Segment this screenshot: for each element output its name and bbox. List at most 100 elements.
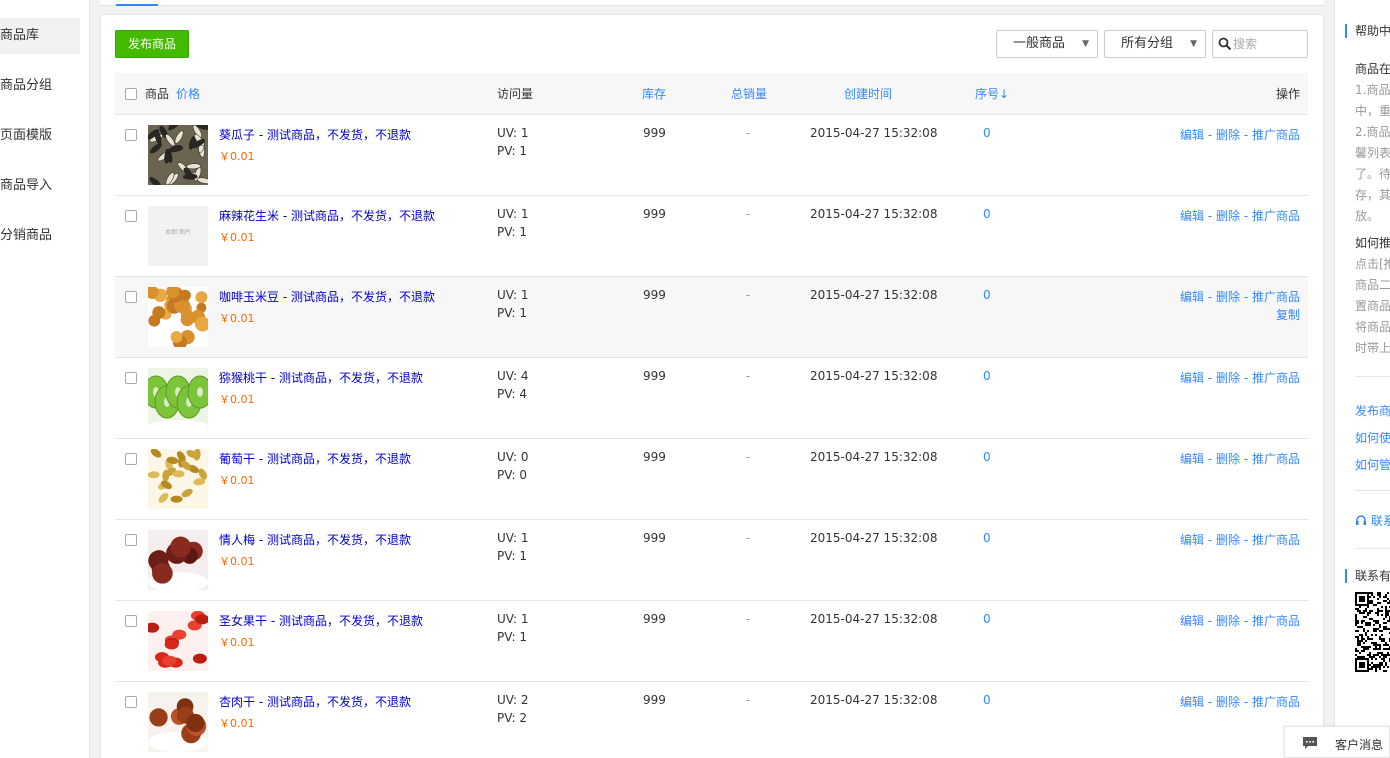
promote-link[interactable]: 推广商品 — [1252, 533, 1300, 547]
delete-link[interactable]: 删除 — [1216, 614, 1240, 628]
separator: - — [1204, 209, 1216, 223]
product-thumbnail[interactable]: 本图 图片 — [148, 206, 208, 266]
table-row: 咖啡玉米豆 - 测试商品，不发货，不退款 ￥0.01 UV: 1 PV: 1 9… — [115, 277, 1308, 358]
product-name-link[interactable]: 杏肉干 - 测试商品，不发货，不退款 — [219, 693, 411, 710]
delete-link[interactable]: 删除 — [1216, 452, 1240, 466]
sequence-number[interactable]: 0 — [983, 369, 991, 383]
delete-link[interactable]: 删除 — [1216, 128, 1240, 142]
promote-link[interactable]: 推广商品 — [1252, 290, 1300, 304]
product-thumbnail[interactable] — [148, 368, 208, 428]
edit-link[interactable]: 编辑 — [1180, 290, 1204, 304]
separator: - — [1240, 533, 1252, 547]
promote-link[interactable]: 推广商品 — [1252, 371, 1300, 385]
row-checkbox[interactable] — [125, 372, 137, 384]
header-price-sort[interactable]: 价格 — [176, 85, 200, 102]
table-row: 本图 图片 麻辣花生米 - 测试商品，不发货，不退款 ￥0.01 UV: 1 P… — [115, 196, 1308, 277]
nav-item-0[interactable]: 商品库 — [0, 18, 80, 54]
product-thumbnail[interactable] — [148, 125, 208, 185]
product-thumbnail[interactable] — [148, 449, 208, 509]
row-checkbox[interactable] — [125, 129, 137, 141]
pv-count: PV: 4 — [497, 387, 527, 401]
promote-link[interactable]: 推广商品 — [1252, 452, 1300, 466]
row-checkbox[interactable] — [125, 615, 137, 627]
sequence-number[interactable]: 0 — [983, 288, 991, 302]
separator: - — [1204, 695, 1216, 709]
promote-link[interactable]: 推广商品 — [1252, 128, 1300, 142]
stock-value: 999 — [643, 126, 666, 140]
product-name-link[interactable]: 葡萄干 - 测试商品，不发货，不退款 — [219, 450, 411, 467]
contact-link[interactable]: 联系 — [1355, 512, 1390, 529]
product-name-link[interactable]: 麻辣花生米 - 测试商品，不发货，不退款 — [219, 207, 435, 224]
promote-link[interactable]: 推广商品 — [1252, 209, 1300, 223]
pv-count: PV: 1 — [497, 225, 527, 239]
search-icon — [1218, 37, 1232, 51]
help-text-line: 2.商品 — [1355, 125, 1390, 139]
table-row: 情人梅 - 测试商品，不发货，不退款 ￥0.01 UV: 1 PV: 1 999… — [115, 520, 1308, 601]
sequence-number[interactable]: 0 — [983, 207, 991, 221]
product-type-select[interactable]: 一般商品 ▼ — [996, 30, 1098, 58]
nav-item-2[interactable]: 页面模版 — [0, 118, 89, 154]
customer-message-button[interactable]: 客户消息 — [1284, 726, 1390, 758]
separator: - — [1240, 128, 1252, 142]
product-thumbnail[interactable] — [148, 692, 208, 752]
edit-link[interactable]: 编辑 — [1180, 209, 1204, 223]
search-input[interactable] — [1233, 35, 1303, 53]
chevron-down-icon: ▼ — [1190, 39, 1197, 49]
delete-link[interactable]: 删除 — [1216, 371, 1240, 385]
stock-value: 999 — [643, 531, 666, 545]
edit-link[interactable]: 编辑 — [1180, 452, 1204, 466]
help-link-3[interactable]: 如何管 — [1355, 456, 1390, 473]
product-price: ￥0.01 — [219, 312, 255, 325]
separator: - — [1204, 533, 1216, 547]
publish-product-button[interactable]: 发布商品 — [115, 30, 189, 58]
help-link-1[interactable]: 发布商 — [1355, 402, 1390, 419]
promote-link[interactable]: 推广商品 — [1252, 695, 1300, 709]
header-stock-sort[interactable]: 库存 — [642, 85, 666, 102]
product-name-link[interactable]: 咖啡玉米豆 - 测试商品，不发货，不退款 — [219, 288, 435, 305]
row-checkbox[interactable] — [125, 453, 137, 465]
edit-link[interactable]: 编辑 — [1180, 533, 1204, 547]
product-name-link[interactable]: 猕猴桃干 - 测试商品，不发货，不退款 — [219, 369, 423, 386]
product-thumbnail[interactable] — [148, 530, 208, 590]
sequence-number[interactable]: 0 — [983, 450, 991, 464]
sequence-number[interactable]: 0 — [983, 612, 991, 626]
sequence-number[interactable]: 0 — [983, 693, 991, 707]
product-name-link[interactable]: 葵瓜子 - 测试商品，不发货，不退款 — [219, 126, 411, 143]
nav-item-3[interactable]: 商品导入 — [0, 168, 89, 204]
edit-link[interactable]: 编辑 — [1180, 695, 1204, 709]
product-thumbnail[interactable] — [148, 287, 208, 347]
header-created-sort[interactable]: 创建时间 — [844, 85, 892, 102]
sequence-number[interactable]: 0 — [983, 126, 991, 140]
edit-link[interactable]: 编辑 — [1180, 128, 1204, 142]
row-checkbox[interactable] — [125, 696, 137, 708]
sequence-number[interactable]: 0 — [983, 531, 991, 545]
row-checkbox[interactable] — [125, 210, 137, 222]
table-row: 葵瓜子 - 测试商品，不发货，不退款 ￥0.01 UV: 1 PV: 1 999… — [115, 115, 1308, 196]
nav-item-1[interactable]: 商品分组 — [0, 68, 89, 104]
group-select[interactable]: 所有分组 ▼ — [1104, 30, 1206, 58]
delete-link[interactable]: 删除 — [1216, 533, 1240, 547]
header-seq-sort[interactable]: 序号↓ — [975, 85, 1009, 102]
row-actions: 编辑 - 删除 - 推广商品 — [1180, 126, 1300, 143]
promote-link[interactable]: 推广商品 — [1252, 614, 1300, 628]
delete-link[interactable]: 删除 — [1216, 290, 1240, 304]
header-sales-sort[interactable]: 总销量 — [731, 85, 767, 102]
search-box[interactable] — [1212, 30, 1308, 58]
product-name-link[interactable]: 圣女果干 - 测试商品，不发货，不退款 — [219, 612, 423, 629]
nav-item-4[interactable]: 分销商品 — [0, 218, 89, 254]
row-checkbox[interactable] — [125, 291, 137, 303]
help-text-line: 商品二 — [1355, 278, 1390, 292]
help-link-2[interactable]: 如何使 — [1355, 429, 1390, 446]
help-text-line: 中，重 — [1355, 104, 1390, 118]
copy-link[interactable]: 复制 — [1276, 306, 1300, 323]
product-name-link[interactable]: 情人梅 - 测试商品，不发货，不退款 — [219, 531, 411, 548]
product-thumbnail[interactable] — [148, 611, 208, 671]
select-all-checkbox[interactable] — [125, 88, 137, 100]
help-text-line: 1.商品 — [1355, 83, 1390, 97]
delete-link[interactable]: 删除 — [1216, 695, 1240, 709]
edit-link[interactable]: 编辑 — [1180, 371, 1204, 385]
delete-link[interactable]: 删除 — [1216, 209, 1240, 223]
edit-link[interactable]: 编辑 — [1180, 614, 1204, 628]
created-time: 2015-04-27 15:32:08 — [810, 531, 938, 545]
row-checkbox[interactable] — [125, 534, 137, 546]
